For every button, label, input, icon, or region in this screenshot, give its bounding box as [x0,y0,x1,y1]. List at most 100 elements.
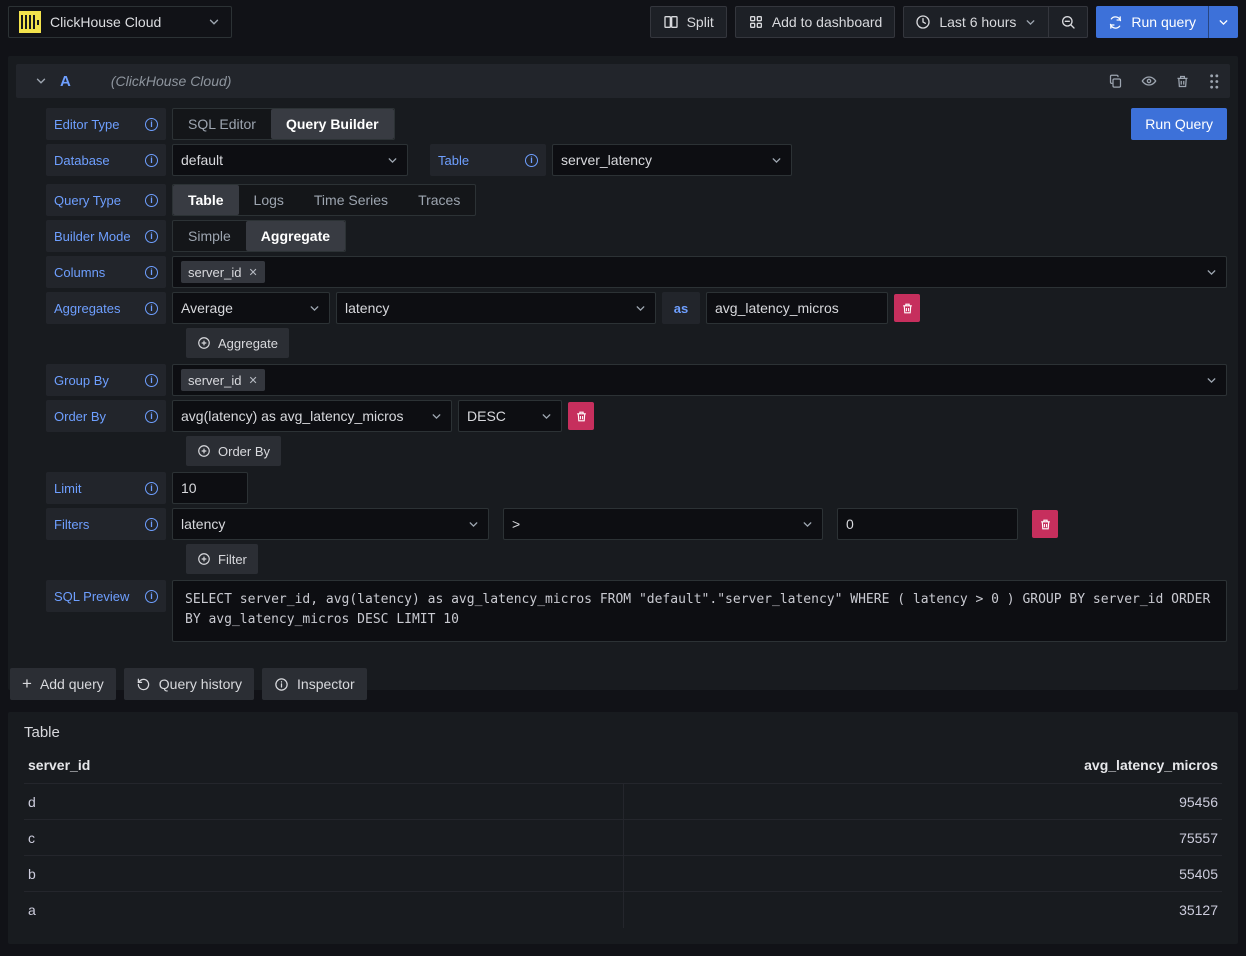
aggregate-column-select[interactable]: latency [336,292,656,324]
limit-input[interactable] [172,472,248,504]
cell-avg-latency: 55405 [623,856,1222,891]
query-ref-id[interactable]: A [60,73,71,90]
chevron-down-icon [762,154,783,167]
chevron-down-icon [793,518,814,531]
query-type-option-logs[interactable]: Logs [239,185,299,215]
time-zoom-out-button[interactable] [1048,7,1087,37]
chevron-down-icon [207,15,221,29]
filters-label: Filters i [46,508,166,540]
inspector-button[interactable]: Inspector [262,668,367,700]
chevron-down-icon [1197,266,1218,279]
aggregate-function-select[interactable]: Average [172,292,330,324]
info-icon[interactable]: i [145,154,158,167]
editor-type-selector: SQL Editor Query Builder [172,108,395,140]
aggregate-alias-input[interactable] [706,292,888,324]
column-chip[interactable]: server_id ✕ [181,261,265,283]
column-header-server-id[interactable]: server_id [24,757,623,773]
columns-multiselect[interactable]: server_id ✕ [172,256,1227,288]
table-row: c 75557 [24,820,1222,856]
info-icon[interactable]: i [145,266,158,279]
chevron-down-icon [459,518,480,531]
cell-server-id: b [24,856,623,891]
query-history-button[interactable]: Query history [124,668,254,700]
run-query-inline-button[interactable]: Run Query [1131,108,1227,140]
editor-type-row: Editor Type i SQL Editor Query Builder R… [46,108,1227,140]
editor-type-label: Editor Type i [46,108,166,140]
hide-response-eye-icon[interactable] [1141,73,1157,89]
info-icon[interactable]: i [145,230,158,243]
info-icon[interactable]: i [145,302,158,315]
info-icon[interactable]: i [145,590,158,603]
query-type-option-table[interactable]: Table [173,185,239,215]
add-to-dashboard-button[interactable]: Add to dashboard [735,6,896,38]
run-query-split-button: Run query [1096,6,1238,38]
chevron-down-icon [532,410,553,423]
remove-order-by-button[interactable] [568,402,594,430]
cell-server-id: a [24,892,623,928]
group-by-chip[interactable]: server_id ✕ [181,369,265,391]
table-row: b 55405 [24,856,1222,892]
order-by-field-select[interactable]: avg(latency) as avg_latency_micros [172,400,452,432]
info-icon[interactable]: i [145,194,158,207]
as-label: as [662,292,700,324]
order-by-row: Order By i avg(latency) as avg_latency_m… [46,400,1227,432]
add-filter-button[interactable]: Filter [186,544,258,574]
table-select[interactable]: server_latency [552,144,792,176]
datasource-picker[interactable]: ClickHouse Cloud [8,6,232,38]
clickhouse-logo-icon [19,11,41,33]
split-icon [663,14,679,30]
info-icon[interactable]: i [145,518,158,531]
add-to-dashboard-label: Add to dashboard [772,14,883,30]
chevron-down-icon [1197,374,1218,387]
time-range-label: Last 6 hours [939,14,1016,30]
info-circle-icon [274,677,289,692]
database-select[interactable]: default [172,144,408,176]
split-button[interactable]: Split [650,6,727,38]
cell-avg-latency: 95456 [623,784,1222,819]
remove-query-trash-icon[interactable] [1175,74,1190,89]
duplicate-query-icon[interactable] [1108,74,1123,89]
query-type-option-time-series[interactable]: Time Series [299,185,403,215]
filter-operator-select[interactable]: > [503,508,823,540]
add-order-by-button[interactable]: Order By [186,436,281,466]
builder-mode-selector: Simple Aggregate [172,220,346,252]
group-by-multiselect[interactable]: server_id ✕ [172,364,1227,396]
limit-row: Limit i [46,472,1227,504]
info-icon[interactable]: i [145,482,158,495]
result-panel-title: Table [24,724,1222,741]
add-filter-row: Filter [186,544,1227,574]
zoom-out-icon [1060,14,1076,30]
column-header-avg-latency-micros[interactable]: avg_latency_micros [623,757,1222,773]
info-icon[interactable]: i [525,154,538,167]
limit-label: Limit i [46,472,166,504]
collapse-chevron-icon[interactable] [34,74,48,88]
drag-handle-icon[interactable] [1208,73,1220,90]
editor-type-option-sql-editor[interactable]: SQL Editor [173,109,271,139]
chevron-down-icon [300,302,321,315]
query-editor-footer: + Add query Query history Inspector [10,668,1230,700]
remove-filter-button[interactable] [1032,510,1058,538]
datasource-name: ClickHouse Cloud [50,14,161,30]
editor-type-option-query-builder[interactable]: Query Builder [271,109,394,139]
info-icon[interactable]: i [145,118,158,131]
sql-preview-text: SELECT server_id, avg(latency) as avg_la… [172,580,1227,642]
database-label: Database i [46,144,166,176]
order-by-direction-select[interactable]: DESC [458,400,562,432]
database-table-row: Database i default Table i server_latenc… [46,144,1227,176]
add-query-button[interactable]: + Add query [10,668,116,700]
run-query-dropdown-toggle[interactable] [1208,6,1238,38]
info-icon[interactable]: i [145,374,158,387]
query-datasource-hint: (ClickHouse Cloud) [111,73,232,89]
filter-column-select[interactable]: latency [172,508,489,540]
add-aggregate-button[interactable]: Aggregate [186,328,289,358]
time-range-picker[interactable]: Last 6 hours [904,7,1048,37]
builder-mode-option-aggregate[interactable]: Aggregate [246,221,345,251]
remove-chip-icon[interactable]: ✕ [248,374,257,387]
filter-value-input[interactable] [837,508,1018,540]
info-icon[interactable]: i [145,410,158,423]
run-query-button[interactable]: Run query [1096,6,1208,38]
remove-chip-icon[interactable]: ✕ [248,266,257,279]
query-type-option-traces[interactable]: Traces [403,185,475,215]
builder-mode-option-simple[interactable]: Simple [173,221,246,251]
remove-aggregate-button[interactable] [894,294,920,322]
